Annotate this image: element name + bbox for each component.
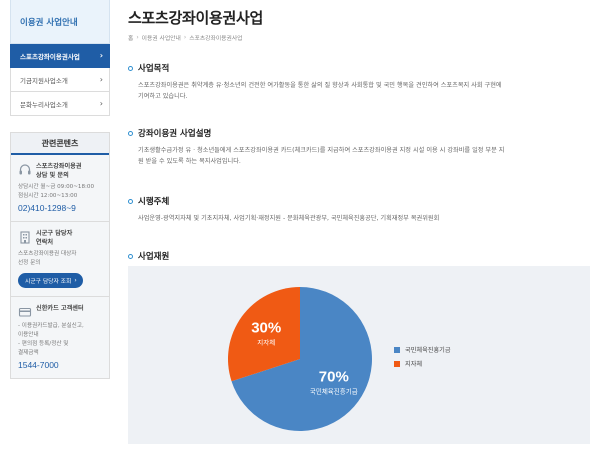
- section-title: 사업목적: [138, 64, 170, 74]
- related-text: 결제금액: [18, 350, 39, 356]
- chevron-right-icon: ›: [74, 277, 77, 284]
- legend-swatch: [394, 360, 400, 367]
- related-name: 연락처: [36, 239, 54, 246]
- sidebar-item-culture-nuri[interactable]: 문화누리사업소개 ›: [10, 92, 110, 116]
- sidebar-item-label: 스포츠강좌이용권사업: [20, 52, 80, 61]
- section-title: 시행주체: [138, 197, 170, 207]
- related-name: 시군구 담당자: [36, 230, 73, 237]
- main-content: 스포츠강좌이용권사업 홈 › 이용권 사업안내 › 스포츠강좌이용권사업 사업목…: [128, 0, 590, 459]
- chevron-right-icon: ›: [99, 75, 103, 84]
- related-block-consult: 스포츠강좌이용권 상담 및 문의 상담시간 월~금 09:00~18:00 점심…: [11, 155, 109, 222]
- sidebar-item-label: 기금지원사업소개: [20, 76, 68, 85]
- sidebar-heading: 이용권 사업안내: [10, 0, 110, 44]
- related-text: 이용안내: [18, 332, 39, 338]
- legend-swatch: [394, 346, 400, 353]
- legend-item: 국민체육진흥기금: [394, 345, 451, 354]
- phone-number: 02)410-1298~9: [18, 203, 76, 213]
- section-funding: 사업재원: [128, 250, 590, 262]
- related-content-title: 관련콘텐츠: [11, 133, 109, 155]
- building-icon: [20, 231, 30, 244]
- breadcrumb-current: 스포츠강좌이용권사업: [189, 36, 243, 42]
- section-agency: 시행주체 사업운영-광역지자체 및 기초지자체, 사업기획·재정지원 - 문화체…: [128, 195, 590, 224]
- funding-chart-panel: 70% 국민체육진흥기금 30% 지자체 국민체육진흥기금 지자체: [128, 266, 590, 444]
- related-name: 신한카드 고객센터: [36, 305, 84, 312]
- consult-hours: 상담시간 월~금 09:00~18:00: [18, 184, 95, 190]
- button-label: 시군구 담당자 조회: [25, 279, 72, 285]
- breadcrumb-separator: ›: [136, 34, 139, 41]
- breadcrumb-separator: ›: [183, 34, 187, 41]
- card-icon: [18, 307, 32, 317]
- section-text: 기여하고 있습니다.: [138, 93, 188, 100]
- circle-bullet-icon: [128, 198, 133, 204]
- related-text: 선정 문의: [18, 260, 41, 266]
- chevron-right-icon: ›: [99, 99, 103, 108]
- legend-item: 지자체: [394, 359, 451, 368]
- related-block-district: 시군구 담당자 연락처 스포츠강좌이용권 대상자 선정 문의 시군구 담당자 조…: [11, 222, 109, 297]
- slice-percent-label: 70%: [319, 369, 349, 386]
- related-content-panel: 관련콘텐츠 스포츠강좌이용권 상담 및 문의 상담시간 월~금 09:00~18…: [10, 132, 110, 379]
- breadcrumb-item[interactable]: 이용권 사업안내: [142, 33, 181, 42]
- section-description: 강좌이용권 사업설명 기초생활수급가정 유 · 청소년들에게 스포츠강좌이용권 …: [128, 127, 590, 167]
- page-title: 스포츠강좌이용권사업: [128, 9, 264, 27]
- section-title: 강좌이용권 사업설명: [138, 129, 212, 139]
- chart-legend: 국민체육진흥기금 지자체: [394, 345, 451, 373]
- section-text: 원 받을 수 있도록 하는 복지사업입니다.: [138, 158, 241, 165]
- circle-bullet-icon: [128, 65, 133, 71]
- headset-icon: [19, 164, 31, 175]
- related-text: - 이용권카드발급, 분실신고,: [18, 323, 84, 329]
- sidebar: 이용권 사업안내 스포츠강좌이용권사업 › 기금지원사업소개 › 문화누리사업소…: [10, 0, 110, 459]
- slice-name-label: 지자체: [257, 337, 275, 346]
- district-contact-search-button[interactable]: 시군구 담당자 조회 ›: [18, 273, 83, 288]
- sidebar-item-fund-support[interactable]: 기금지원사업소개 ›: [10, 68, 110, 92]
- circle-bullet-icon: [128, 130, 133, 136]
- legend-label: 지자체: [405, 361, 423, 368]
- related-name: 상담 및 문의: [36, 172, 69, 179]
- legend-label: 국민체육진흥기금: [405, 347, 451, 354]
- slice-name-label: 국민체육진흥기금: [310, 387, 358, 396]
- related-name: 스포츠강좌이용권: [36, 163, 82, 170]
- section-text: 기초생활수급가정 유 · 청소년들에게 스포츠강좌이용권 카드(체크카드)를 지…: [138, 147, 505, 154]
- section-text: 스포츠강좌이용권은 취약계층 유·청소년의 건전한 여가활동을 통한 삶의 질 …: [138, 82, 502, 89]
- breadcrumb: 홈 › 이용권 사업안내 › 스포츠강좌이용권사업: [128, 33, 590, 43]
- pie-chart: 70%국민체육진흥기금 30%지자체: [228, 287, 372, 431]
- circle-bullet-icon: [128, 253, 133, 259]
- phone-number: 1544-7000: [18, 360, 59, 370]
- related-block-card: 신한카드 고객센터 - 이용권카드발급, 분실신고, 이용안내 - 편의점 등록…: [11, 297, 109, 378]
- chevron-right-icon: ›: [99, 51, 103, 60]
- section-text: 사업운영-광역지자체 및 기초지자체, 사업기획·재정지원 - 문화체육관광부,…: [138, 215, 440, 222]
- related-text: 스포츠강좌이용권 대상자: [18, 251, 77, 257]
- section-title: 사업재원: [138, 252, 170, 262]
- lunch-hours: 점심시간 12:00~13:00: [18, 193, 78, 199]
- section-purpose: 사업목적 스포츠강좌이용권은 취약계층 유·청소년의 건전한 여가활동을 통한 …: [128, 62, 590, 102]
- breadcrumb-home[interactable]: 홈: [128, 33, 133, 42]
- sidebar-item-label: 문화누리사업소개: [20, 100, 68, 109]
- slice-percent-label: 30%: [251, 319, 281, 336]
- related-text: - 편의점 등록/정산 및: [18, 341, 69, 347]
- sidebar-item-sports-voucher[interactable]: 스포츠강좌이용권사업 ›: [10, 44, 110, 68]
